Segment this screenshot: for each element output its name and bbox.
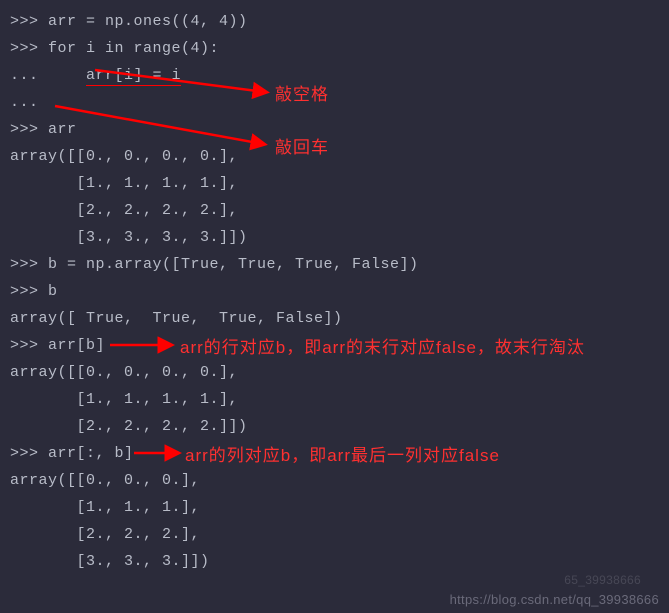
- code-line: >>> b: [10, 278, 659, 305]
- code-line: [2., 2., 2.],: [10, 521, 659, 548]
- code-line: [2., 2., 2., 2.],: [10, 197, 659, 224]
- watermark-faint: 65_39938666: [564, 573, 641, 587]
- code-line: [2., 2., 2., 2.]]): [10, 413, 659, 440]
- code-line: [1., 1., 1., 1.],: [10, 386, 659, 413]
- code-line: [3., 3., 3., 3.]]): [10, 224, 659, 251]
- code-line: array([[0., 0., 0., 0.],: [10, 143, 659, 170]
- annotation-col: arr的列对应b，即arr最后一列对应false: [185, 441, 500, 466]
- code-line: array([[0., 0., 0.],: [10, 467, 659, 494]
- code-line: >>> for i in range(4):: [10, 35, 659, 62]
- code-line: >>> b = np.array([True, True, True, Fals…: [10, 251, 659, 278]
- annotation-space: 敲空格: [275, 80, 329, 105]
- code-text: ...: [10, 67, 86, 84]
- code-line: array([ True, True, True, False]): [10, 305, 659, 332]
- code-block: >>> arr = np.ones((4, 4)) >>> for i in r…: [0, 0, 669, 583]
- code-line: ... arr[i] = i: [10, 62, 659, 89]
- underlined-text: arr[i] = i: [86, 67, 181, 86]
- annotation-row: arr的行对应b，即arr的末行对应false，故末行淘汰: [180, 333, 585, 358]
- code-line: [1., 1., 1., 1.],: [10, 170, 659, 197]
- annotation-enter: 敲回车: [275, 133, 329, 158]
- code-line: [3., 3., 3.]]): [10, 548, 659, 575]
- code-line: ...: [10, 89, 659, 116]
- code-line: array([[0., 0., 0., 0.],: [10, 359, 659, 386]
- watermark: https://blog.csdn.net/qq_39938666: [450, 592, 659, 607]
- code-line: >>> arr = np.ones((4, 4)): [10, 8, 659, 35]
- code-line: >>> arr: [10, 116, 659, 143]
- code-line: [1., 1., 1.],: [10, 494, 659, 521]
